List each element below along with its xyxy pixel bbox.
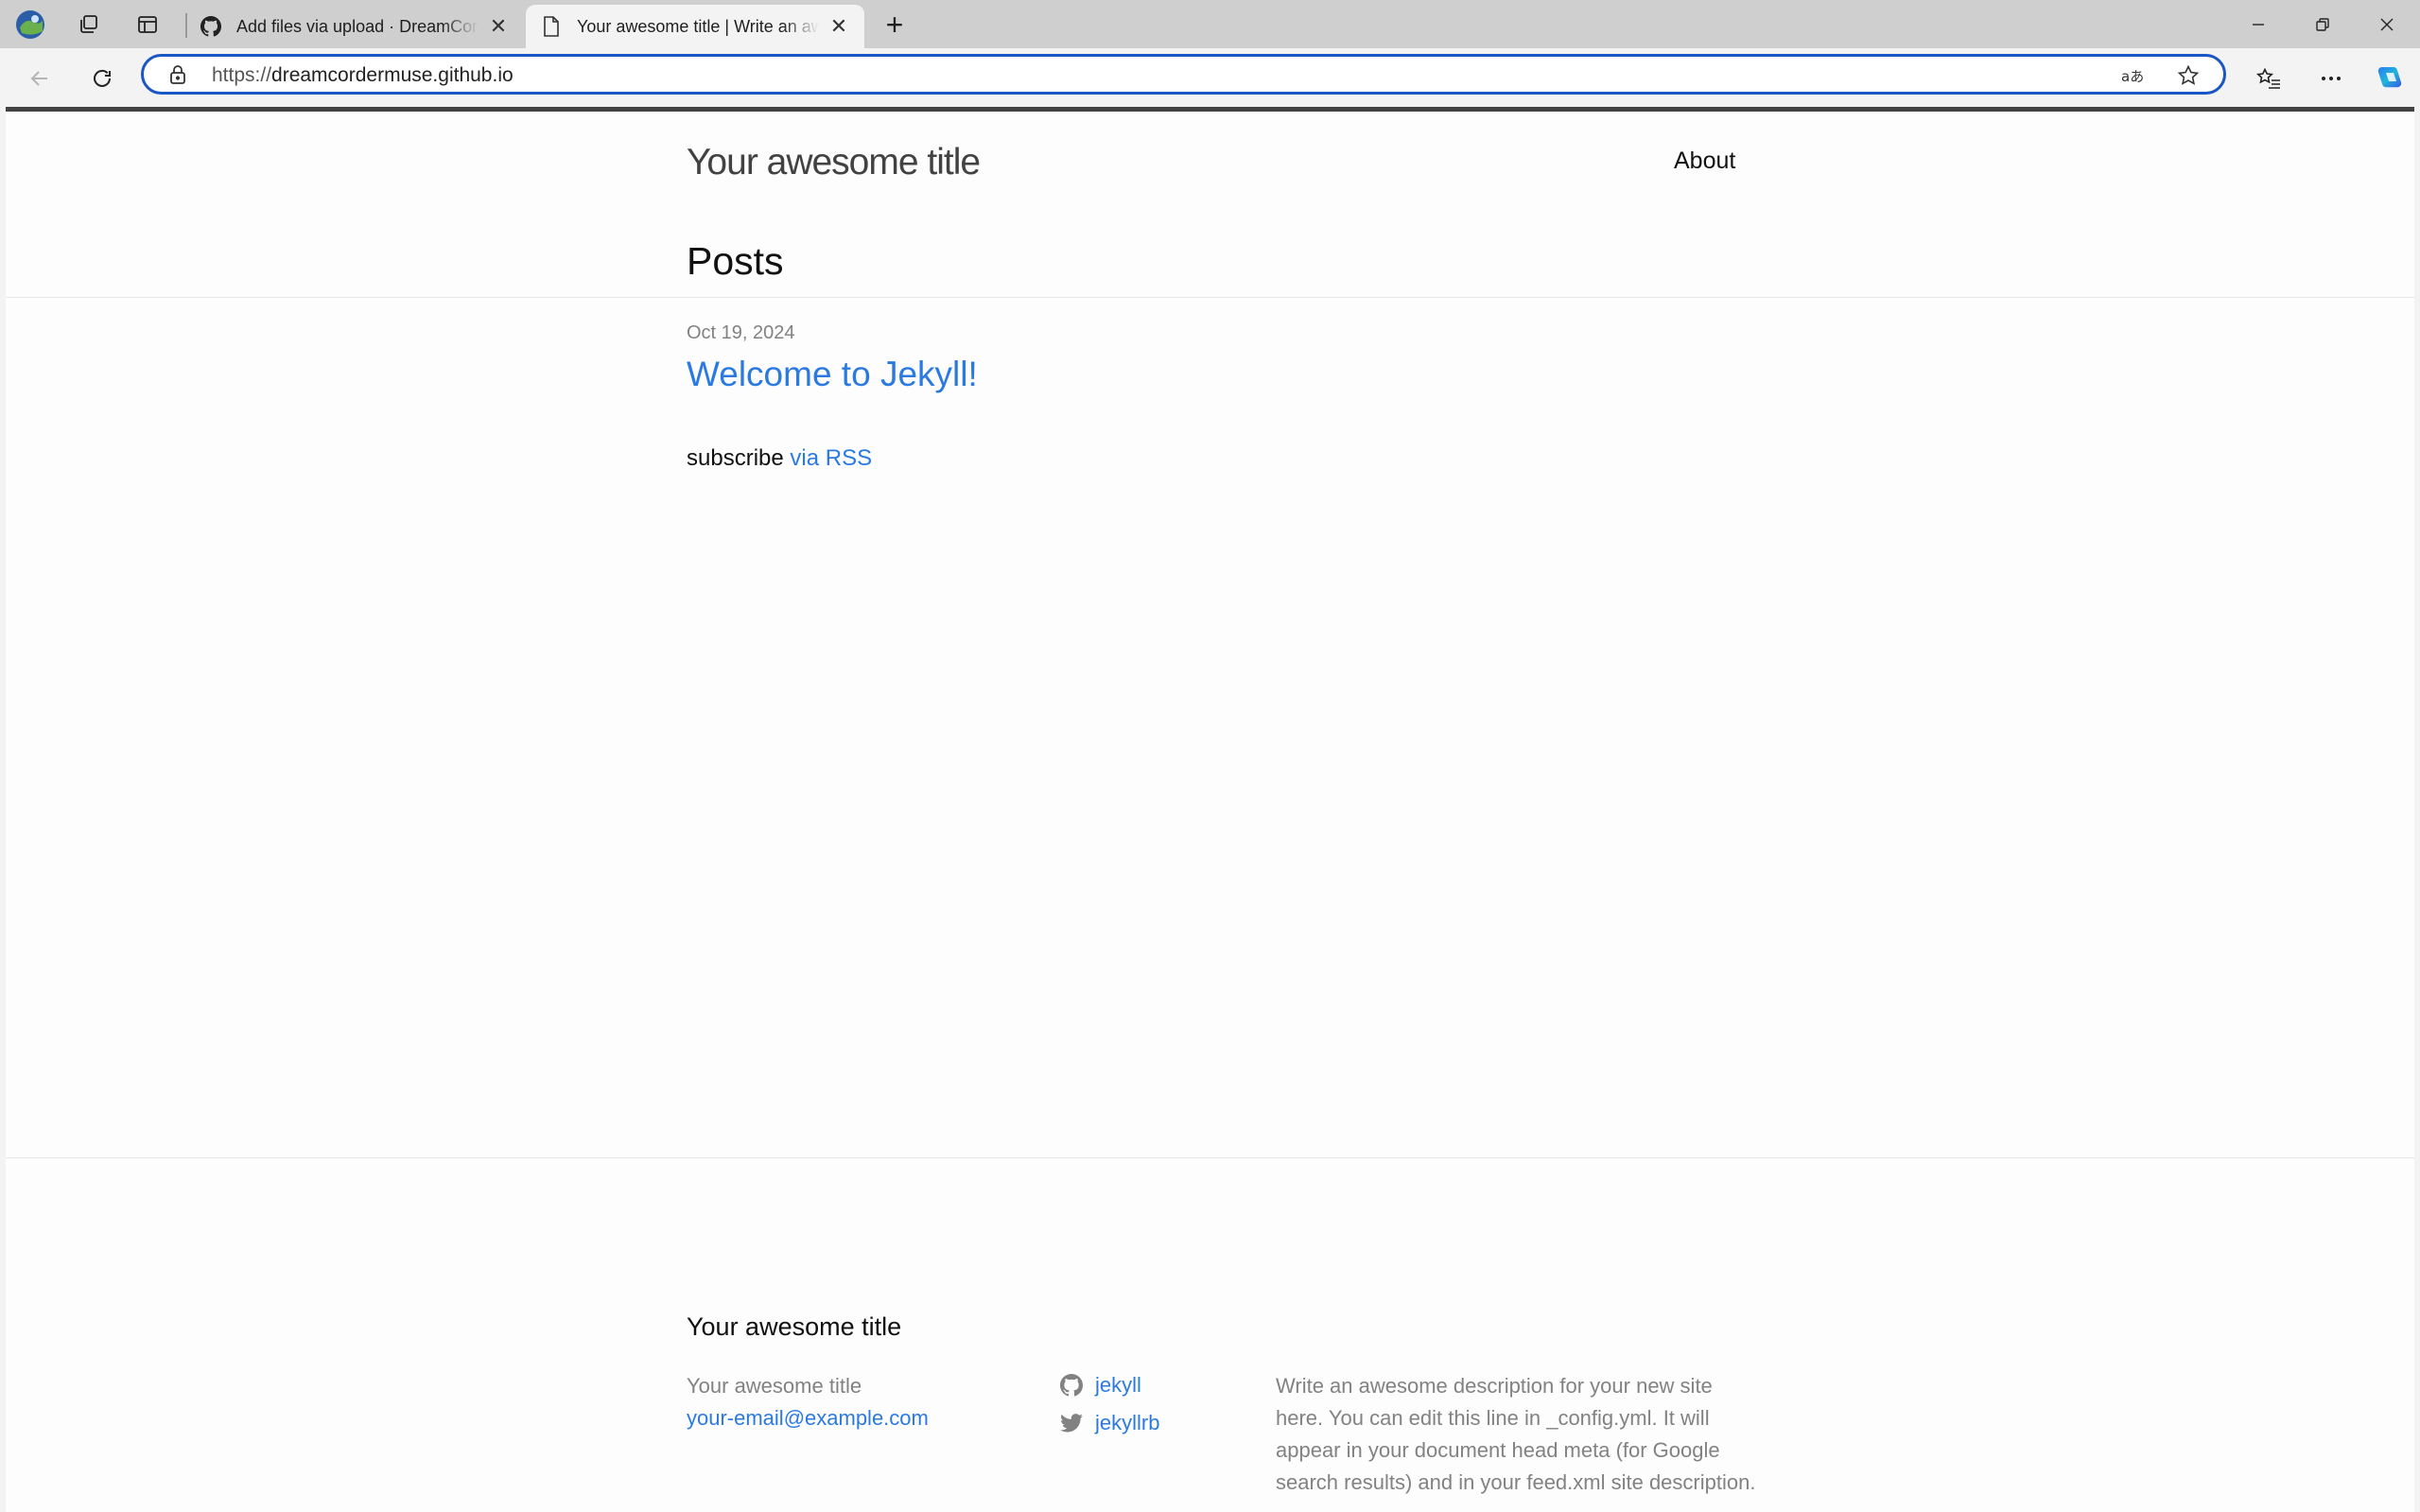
refresh-button[interactable]: [85, 61, 119, 96]
new-tab-button[interactable]: +: [878, 8, 912, 42]
site-title-link[interactable]: Your awesome title: [687, 142, 981, 183]
more-options-icon[interactable]: [2314, 61, 2348, 96]
github-icon: [199, 14, 223, 39]
footer-contact-column: Your awesome title your-email@example.co…: [687, 1370, 929, 1434]
close-window-button[interactable]: [2354, 0, 2420, 48]
footer-email-link[interactable]: your-email@example.com: [687, 1402, 929, 1434]
address-bar[interactable]: https://dreamcordermuse.github.io aあ: [141, 54, 2226, 95]
url-host: dreamcordermuse.github.io: [271, 64, 514, 86]
rss-prefix-text: subscribe: [687, 445, 784, 471]
address-bar-row: https://dreamcordermuse.github.io aあ: [0, 48, 2420, 109]
footer-social-column: jekyll jekyllrb: [1059, 1366, 1159, 1442]
tab-strip: Add files via upload · DreamCordermuse/d…: [0, 0, 2420, 48]
github-icon: [1059, 1373, 1084, 1398]
favorite-star-icon[interactable]: [2173, 61, 2203, 91]
tab-your-awesome-title[interactable]: Your awesome title | Write an awesome de…: [526, 5, 864, 48]
rss-subscribe: subscribe via RSS: [687, 445, 872, 472]
github-username-link[interactable]: jekyll: [1095, 1366, 1141, 1404]
nav-link-about[interactable]: About: [1674, 148, 1735, 175]
minimize-button[interactable]: [2225, 0, 2291, 48]
favorites-list-icon[interactable]: [2252, 61, 2286, 96]
rss-link[interactable]: via RSS: [790, 445, 872, 471]
social-item-twitter: jekyllrb: [1059, 1404, 1159, 1442]
page-viewport: Your awesome title About Posts Oct 19, 2…: [6, 107, 2414, 1512]
footer-description: Write an awesome description for your ne…: [1276, 1374, 1756, 1494]
profile-avatar-icon[interactable]: [13, 8, 47, 42]
footer-heading: Your awesome title: [687, 1312, 902, 1341]
translate-icon[interactable]: aあ: [2118, 61, 2149, 91]
url-text[interactable]: https://dreamcordermuse.github.io: [212, 64, 514, 87]
tab-github-upload[interactable]: Add files via upload · DreamCordermuse/d…: [185, 5, 524, 48]
lock-icon[interactable]: [168, 64, 187, 90]
footer-site-name: Your awesome title: [687, 1374, 862, 1398]
twitter-icon: [1059, 1411, 1084, 1435]
workspaces-icon[interactable]: [72, 8, 106, 42]
site-header: Your awesome title About: [6, 112, 2414, 298]
tab-title: Add files via upload · DreamCordermuse/d…: [236, 16, 479, 36]
site-footer: Your awesome title Your awesome title yo…: [6, 1157, 2414, 1512]
svg-text:aあ: aあ: [2121, 68, 2144, 85]
copilot-icon[interactable]: [2373, 61, 2407, 96]
back-button[interactable]: [23, 61, 57, 96]
page-icon: [539, 14, 564, 39]
social-item-github: jekyll: [1059, 1366, 1159, 1404]
post-date: Oct 19, 2024: [687, 322, 795, 343]
close-tab-icon[interactable]: ✕: [827, 14, 851, 39]
restore-button[interactable]: [2289, 0, 2356, 48]
twitter-username-link[interactable]: jekyllrb: [1095, 1404, 1159, 1442]
post-list-heading: Posts: [687, 239, 784, 283]
post-title-link[interactable]: Welcome to Jekyll!: [687, 355, 978, 394]
url-protocol: https://: [212, 64, 272, 86]
tab-title: Your awesome title | Write an awesome de…: [577, 16, 819, 36]
close-tab-icon[interactable]: ✕: [486, 14, 511, 39]
vertical-tabs-icon[interactable]: [131, 8, 165, 42]
